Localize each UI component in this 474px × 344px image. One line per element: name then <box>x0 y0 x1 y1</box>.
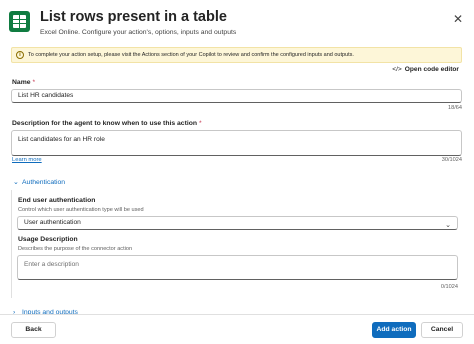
info-banner: i To complete your action setup, please … <box>11 47 462 63</box>
end-user-auth-help: Control which user authentication type w… <box>18 207 144 213</box>
cancel-button[interactable]: Cancel <box>421 322 463 338</box>
name-char-count: 18/64 <box>448 105 462 111</box>
open-code-editor-label: Open code editor <box>404 66 459 73</box>
dialog-header: List rows present in a table Excel Onlin… <box>0 0 474 44</box>
back-button[interactable]: Back <box>11 322 56 338</box>
chevron-down-icon: ⌄ <box>445 222 451 229</box>
excel-table-icon <box>9 11 30 32</box>
code-icon: </> <box>392 66 402 73</box>
close-icon[interactable]: ✕ <box>451 12 465 26</box>
usage-description-help: Describes the purpose of the connector a… <box>18 246 133 252</box>
description-textarea[interactable]: List candidates for an HR role <box>11 130 462 156</box>
usage-description-placeholder: Enter a description <box>24 261 79 268</box>
usage-description-label: Usage Description <box>18 236 78 243</box>
usage-description-char-count: 0/1024 <box>440 284 458 290</box>
chevron-down-icon: ⌄ <box>13 179 19 186</box>
end-user-auth-label: End user authentication <box>18 197 96 204</box>
end-user-auth-dropdown[interactable]: User authentication ⌄ <box>17 216 458 230</box>
dialog-subtitle: Excel Online. Configure your action's, o… <box>40 29 237 36</box>
authentication-section-label: Authentication <box>22 179 66 186</box>
dialog-title: List rows present in a table <box>40 9 227 25</box>
description-char-count: 30/1024 <box>441 157 462 163</box>
info-banner-text: To complete your action setup, please vi… <box>28 52 354 58</box>
description-label: Description for the agent to know when t… <box>12 120 202 127</box>
usage-description-textarea[interactable]: Enter a description <box>17 255 458 280</box>
authentication-section-toggle[interactable]: ⌄ Authentication <box>13 178 65 186</box>
dialog-footer: Back Add action Cancel <box>0 314 474 344</box>
end-user-auth-selected: User authentication <box>24 219 81 226</box>
name-label: Name * <box>12 79 36 86</box>
open-code-editor-button[interactable]: </> Open code editor <box>392 66 459 73</box>
add-action-button[interactable]: Add action <box>372 322 416 338</box>
info-icon: i <box>16 51 24 59</box>
learn-more-link[interactable]: Learn more <box>12 157 42 163</box>
name-input[interactable]: List HR candidates <box>11 89 462 103</box>
